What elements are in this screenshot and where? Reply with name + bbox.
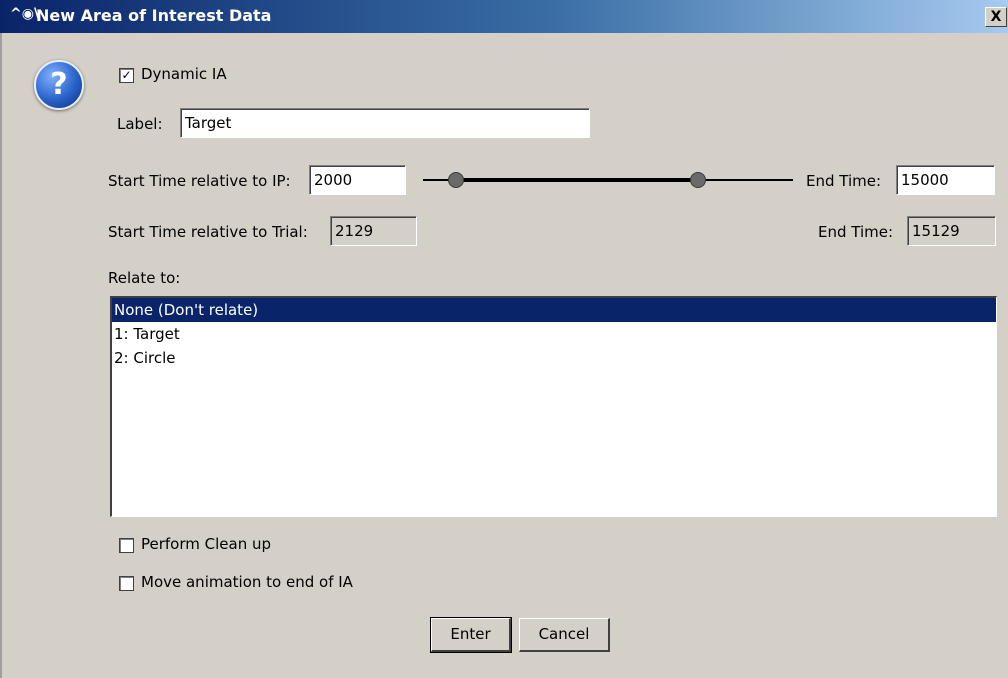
close-button[interactable]: X: [985, 7, 1007, 27]
list-item[interactable]: None (Don't relate): [112, 298, 996, 322]
list-item[interactable]: 1: Target: [112, 322, 996, 346]
start-time-trial-value: 2129: [330, 216, 417, 246]
enter-button[interactable]: Enter: [430, 617, 512, 653]
start-time-ip-label: Start Time relative to IP:: [108, 172, 291, 190]
dynamic-ia-label: Dynamic IA: [141, 65, 227, 83]
title-bar: ^◉\ New Area of Interest Data X: [0, 0, 1008, 33]
slider-start-handle[interactable]: [448, 172, 464, 188]
start-time-ip-input[interactable]: 2000: [309, 165, 406, 195]
move-animation-checkbox[interactable]: [119, 576, 134, 591]
relate-to-list[interactable]: None (Don't relate) 1: Target 2: Circle: [110, 296, 997, 517]
end-time-ip-input[interactable]: 15000: [896, 165, 995, 195]
relate-to-label: Relate to:: [108, 269, 181, 287]
slider-selected-range: [456, 178, 697, 182]
label-input[interactable]: Target: [180, 108, 590, 138]
dynamic-ia-checkbox[interactable]: ✓: [119, 68, 134, 83]
list-item[interactable]: 2: Circle: [112, 346, 996, 370]
eye-icon: ^◉\: [10, 6, 40, 22]
perform-cleanup-label: Perform Clean up: [141, 535, 272, 553]
window-left-border: [0, 33, 2, 678]
perform-cleanup-checkbox[interactable]: [119, 538, 134, 553]
end-time-trial-label: End Time:: [818, 223, 894, 241]
end-time-trial-value: 15129: [907, 216, 996, 246]
window-title: New Area of Interest Data: [36, 6, 272, 25]
end-time-ip-label: End Time:: [806, 172, 882, 190]
slider-end-handle[interactable]: [690, 172, 706, 188]
cancel-button[interactable]: Cancel: [519, 618, 610, 652]
question-icon: ?: [34, 60, 84, 110]
label-field-label: Label:: [117, 115, 163, 133]
start-time-trial-label: Start Time relative to Trial:: [108, 223, 308, 241]
move-animation-label: Move animation to end of IA: [141, 573, 353, 591]
